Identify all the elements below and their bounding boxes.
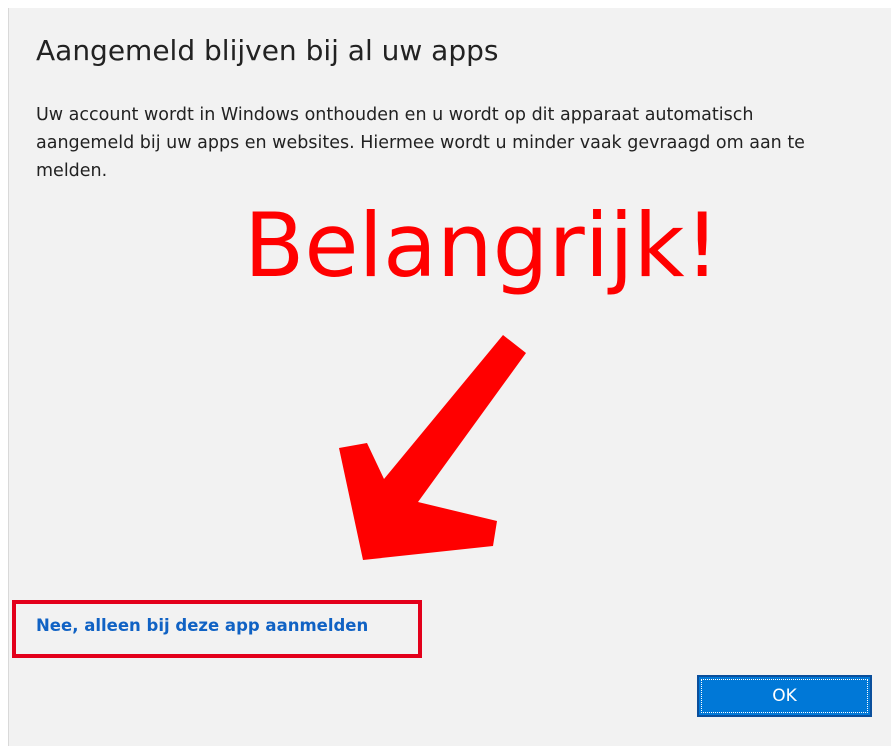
dialog-body-text: Uw account wordt in Windows onthouden en… bbox=[36, 105, 805, 181]
ok-button[interactable]: OK bbox=[697, 675, 872, 717]
annotation-label: Belangrijk! bbox=[244, 194, 720, 297]
dialog-title: Aangemeld blijven bij al uw apps bbox=[36, 34, 499, 67]
sign-in-this-app-only-link[interactable]: Nee, alleen bij deze app aanmelden bbox=[36, 616, 368, 635]
